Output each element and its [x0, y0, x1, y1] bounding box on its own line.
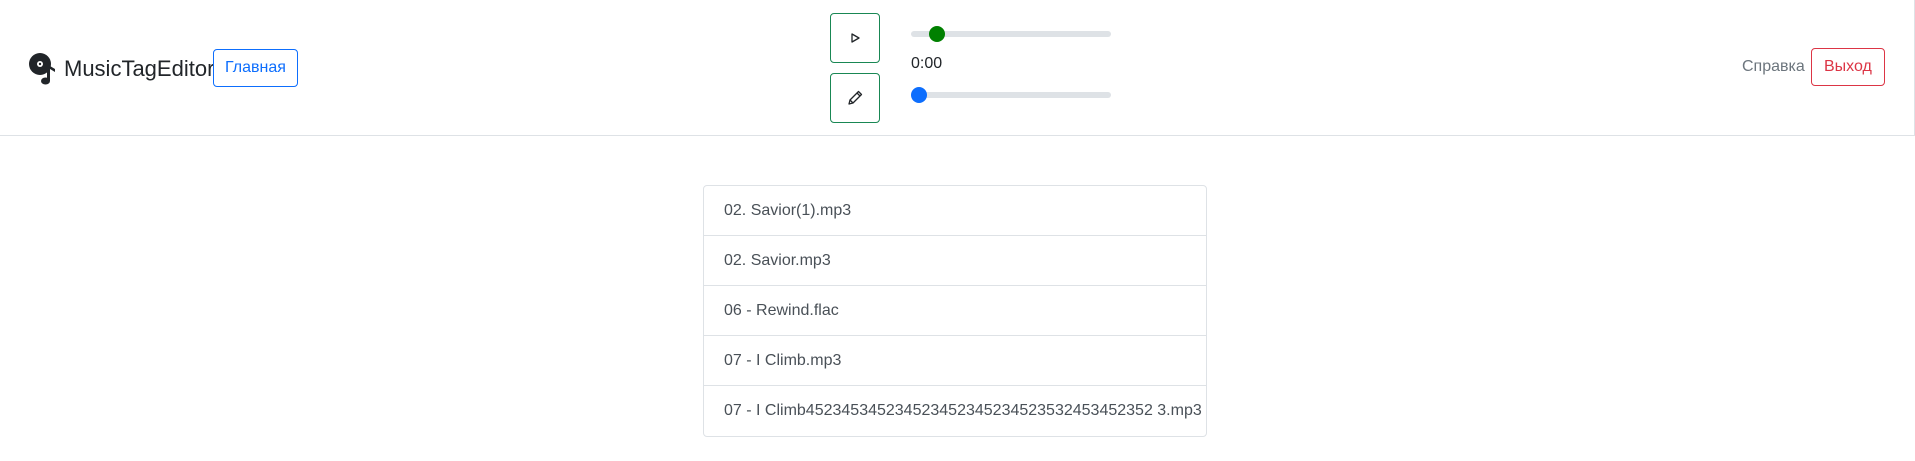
- volume-thumb[interactable]: [929, 26, 946, 42]
- exit-button[interactable]: Выход: [1811, 48, 1885, 86]
- edit-button[interactable]: [830, 73, 880, 123]
- volume-slider[interactable]: [911, 25, 1111, 43]
- seek-thumb[interactable]: [911, 87, 927, 103]
- file-item[interactable]: 07 - I Climb4523453452345234523452345235…: [704, 386, 1206, 436]
- file-list: 02. Savior(1).mp3 02. Savior.mp3 06 - Re…: [703, 185, 1207, 437]
- pencil-icon: [848, 90, 863, 105]
- play-button[interactable]: [830, 13, 880, 63]
- navbar: MusicTagEditor Главная 0:00 Справка Выхо…: [0, 0, 1915, 136]
- file-item[interactable]: 06 - Rewind.flac: [704, 286, 1206, 336]
- file-item[interactable]: 07 - I Climb.mp3: [704, 336, 1206, 386]
- help-link[interactable]: Справка: [1742, 58, 1805, 76]
- play-icon: [851, 33, 860, 43]
- brand-link[interactable]: MusicTagEditor: [28, 52, 214, 86]
- file-item[interactable]: 02. Savior.mp3: [704, 236, 1206, 286]
- home-button[interactable]: Главная: [213, 49, 298, 87]
- music-disc-icon: [29, 53, 55, 85]
- seek-track: [911, 92, 1111, 98]
- file-item[interactable]: 02. Savior(1).mp3: [704, 186, 1206, 236]
- seek-slider[interactable]: [911, 86, 1111, 104]
- brand-title: MusicTagEditor: [64, 56, 215, 81]
- time-display: 0:00: [911, 55, 943, 72]
